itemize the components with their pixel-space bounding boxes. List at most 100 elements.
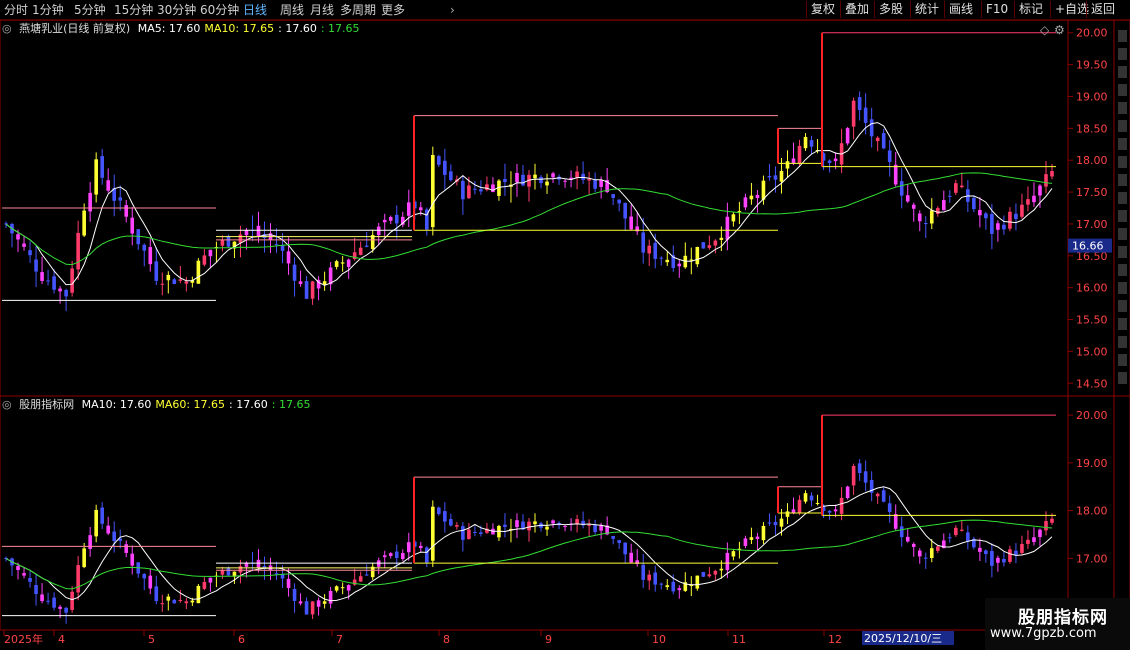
candle-body: [827, 160, 832, 163]
candle-body: [364, 574, 369, 576]
candle-body: [467, 185, 471, 199]
candle-body: [563, 180, 567, 182]
candle-body: [617, 199, 621, 204]
candle-body: [58, 288, 62, 292]
side-strip-mark: [1118, 156, 1127, 168]
legend-entry-1-0: MA10: 17.60: [81, 398, 152, 411]
gear-icon: ⚙: [1054, 23, 1065, 37]
candle-body: [551, 520, 555, 524]
candle-body: [978, 209, 982, 216]
y-tick-label-0: 17.00: [1076, 218, 1108, 231]
candle-body: [142, 573, 147, 579]
candle-body: [1050, 518, 1054, 523]
candle-body: [280, 245, 285, 251]
candle-body: [701, 242, 706, 249]
candle-body: [431, 155, 435, 228]
candle-body: [394, 214, 399, 224]
candle-body: [677, 588, 682, 591]
candle-body: [923, 557, 928, 559]
candle-body: [954, 527, 958, 536]
candle-body: [755, 536, 760, 539]
candle-body: [725, 216, 730, 240]
candle-body: [178, 279, 183, 281]
candle-body: [310, 281, 315, 299]
candlestick-chart: 20.0019.5019.0018.5018.0017.5017.0016.50…: [0, 19, 1130, 646]
candle-body: [791, 509, 796, 513]
candle-body: [707, 574, 712, 577]
legend-entry-1-1: MA60: 17.65: [155, 398, 226, 411]
candle-body: [106, 525, 110, 534]
candle-body: [785, 161, 790, 169]
cursor-date: 2025/12/10/三: [864, 632, 942, 645]
candle-body: [479, 532, 483, 534]
x-tick-label: 11: [732, 633, 746, 646]
candle-body: [857, 97, 862, 111]
legend-entry-0-3: : 17.65: [320, 22, 360, 35]
candle-body: [665, 585, 670, 588]
candle-body: [112, 531, 117, 542]
collapse-icon[interactable]: ◎: [2, 398, 12, 411]
candle-body: [851, 465, 856, 486]
candle-body: [82, 548, 86, 568]
candle-body: [82, 210, 86, 236]
candle-body: [671, 581, 676, 592]
y-tick-label-1: 20.00: [1076, 409, 1108, 422]
candle-body: [695, 246, 700, 265]
candle-body: [196, 585, 201, 604]
candle-body: [659, 583, 664, 585]
candle-body: [803, 493, 808, 502]
candle-body: [58, 606, 62, 609]
candle-body: [1020, 204, 1024, 217]
candle-body: [461, 526, 465, 540]
candle-body: [443, 160, 447, 175]
legend-entry-0-0: MA5: 17.60: [137, 22, 201, 35]
candle-body: [292, 264, 297, 281]
candle-body: [707, 245, 712, 248]
candle-body: [346, 259, 351, 267]
candle-body: [779, 170, 784, 182]
candle-body: [328, 591, 333, 604]
candle-body: [845, 128, 850, 144]
candle-body: [40, 594, 44, 602]
candle-body: [184, 281, 189, 284]
candle-body: [1032, 195, 1036, 203]
candle-body: [966, 532, 970, 542]
side-strip-mark: [1118, 264, 1127, 276]
candle-body: [593, 524, 597, 533]
candle-body: [725, 553, 730, 571]
candle-body: [1026, 539, 1030, 544]
candle-body: [406, 202, 411, 216]
candle-body: [437, 507, 441, 515]
candle-body: [641, 232, 646, 253]
candle-body: [515, 172, 519, 183]
candle-body: [731, 214, 736, 222]
candle-body: [875, 493, 880, 497]
candle-body: [124, 544, 129, 553]
candle-body: [503, 178, 507, 182]
side-strip-mark: [1118, 120, 1127, 132]
candle-body: [833, 158, 838, 162]
collapse-icon[interactable]: ◎: [2, 22, 12, 35]
candle-body: [226, 567, 231, 576]
candle-body: [467, 529, 471, 540]
candle-body: [911, 543, 916, 547]
candle-body: [599, 179, 603, 187]
candle-body: [160, 603, 165, 605]
candle-body: [406, 542, 411, 553]
candle-body: [797, 499, 802, 514]
y-tick-label-0: 15.00: [1076, 345, 1108, 358]
x-tick-label: 2025年: [4, 632, 43, 646]
candle-body: [761, 180, 766, 200]
candle-body: [16, 234, 20, 240]
candle-body: [935, 208, 940, 214]
candle-body: [64, 607, 68, 613]
side-strip-mark: [1118, 84, 1127, 96]
x-tick-label: 10: [652, 633, 666, 646]
diamond-icon: ◇: [1040, 23, 1050, 37]
candle-body: [479, 189, 483, 192]
candle-body: [1002, 224, 1006, 230]
candle-body: [1008, 211, 1012, 229]
candle-body: [322, 281, 327, 285]
candle-body: [298, 601, 303, 604]
candle-body: [190, 600, 195, 603]
